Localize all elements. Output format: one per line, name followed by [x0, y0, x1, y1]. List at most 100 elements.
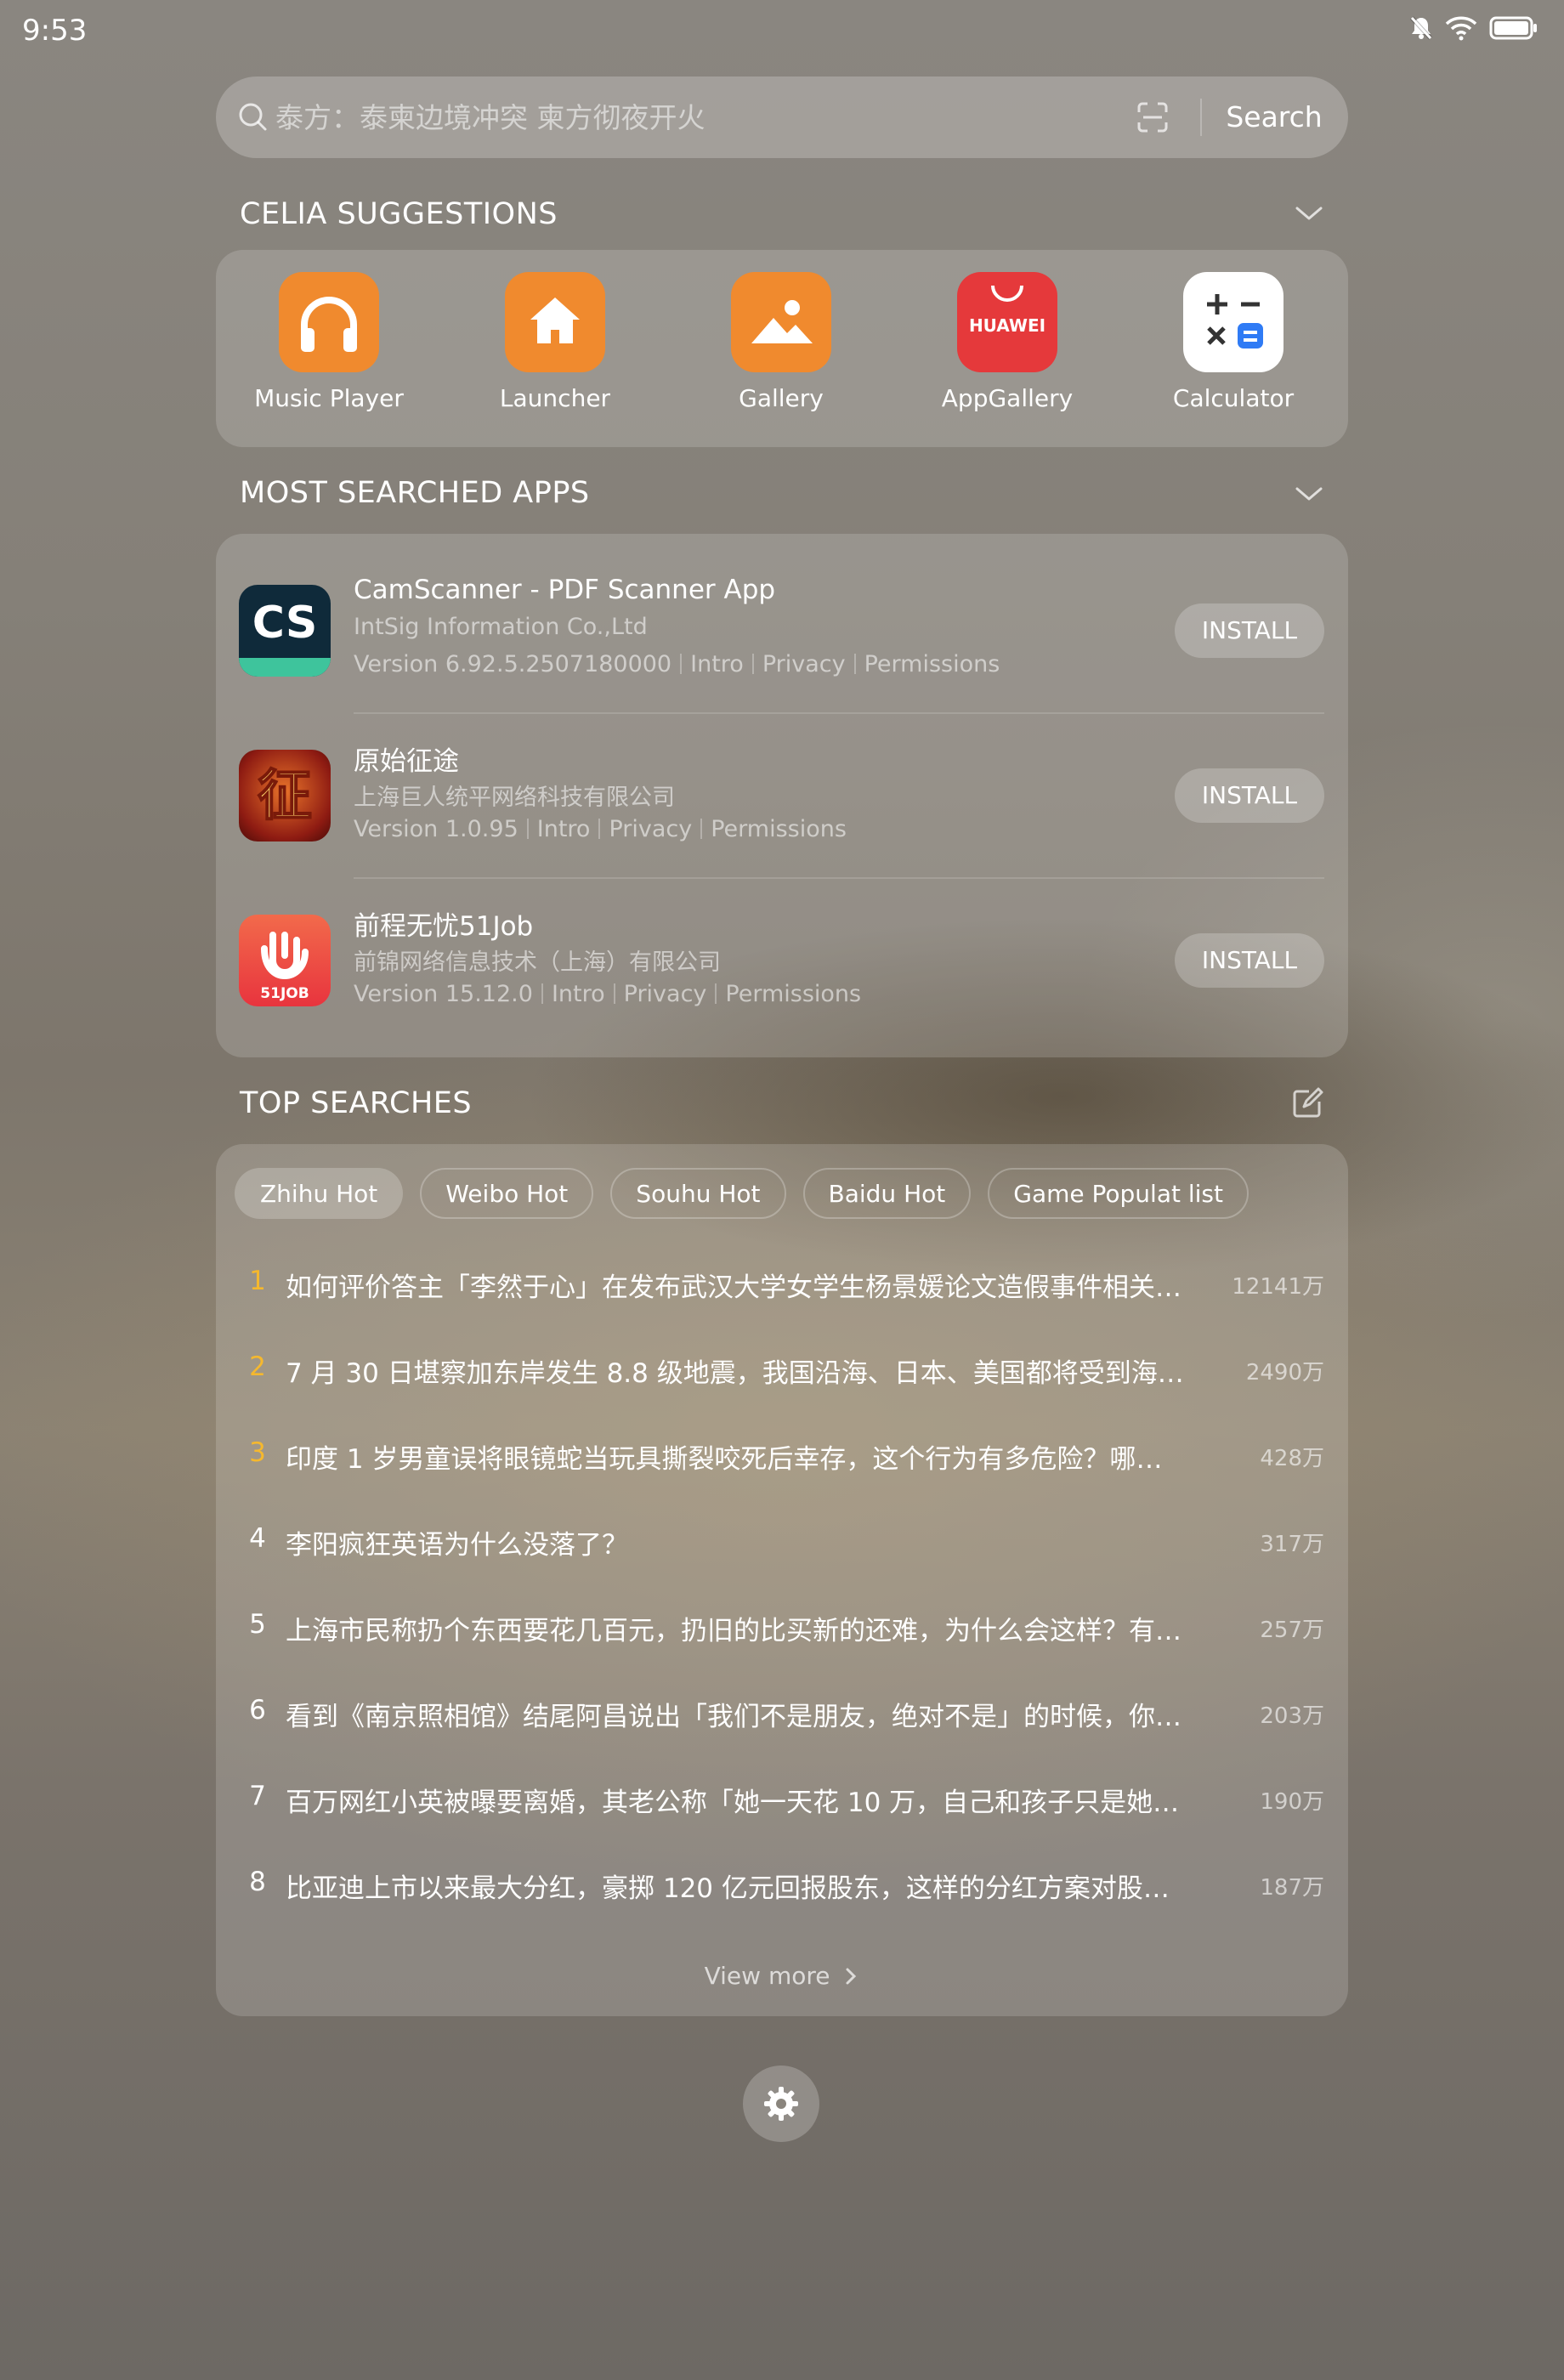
edit-icon[interactable]: [1290, 1086, 1324, 1124]
app-intro-link[interactable]: Intro: [552, 981, 605, 1007]
hot-rank: 2: [249, 1352, 266, 1382]
suggestion-calculator[interactable]: Calculator: [1131, 272, 1335, 412]
app-title: 原始征途: [354, 746, 459, 777]
hot-text: 看到《南京照相馆》结尾阿昌说出「我们不是朋友，绝对不是」的时候，你的…: [286, 1702, 1187, 1732]
suggestion-appgallery[interactable]: HUAWEI AppGallery: [905, 272, 1109, 412]
wifi-icon: [1445, 15, 1477, 41]
celia-section-title: CELIA SUGGESTIONS: [240, 197, 558, 231]
settings-button[interactable]: [743, 2066, 819, 2142]
headphones-icon: [279, 272, 379, 372]
hot-search-row[interactable]: 7 百万网红小英被曝要离婚，其老公称「她一天花 10 万，自己和孩子只是她赚… …: [216, 1755, 1348, 1840]
picture-icon: [731, 272, 831, 372]
hot-text: 百万网红小英被曝要离婚，其老公称「她一天花 10 万，自己和孩子只是她赚…: [286, 1788, 1187, 1818]
chevron-right-icon: [837, 1962, 859, 1990]
hot-search-row[interactable]: 6 看到《南京照相馆》结尾阿昌说出「我们不是朋友，绝对不是」的时候，你的… 20…: [216, 1669, 1348, 1754]
hot-text: 李阳疯狂英语为什么没落了？: [286, 1530, 628, 1561]
app-row-camscanner[interactable]: CS CamScanner - PDF Scanner App IntSig I…: [216, 534, 1348, 714]
app-meta: Version 6.92.5.2507180000 Intro Privacy Per…: [354, 651, 1000, 677]
hot-text: 印度 1 岁男童误将眼镜蛇当玩具撕裂咬死后幸存，这个行为有多危险？哪些警…: [286, 1444, 1187, 1475]
tab-baidu-hot[interactable]: Baidu Hot: [802, 1168, 972, 1219]
home-icon: [505, 272, 605, 372]
celia-suggestions-card: Music Player Launcher Gallery HUAWEI App…: [216, 250, 1348, 447]
suggestion-launcher[interactable]: Launcher: [453, 272, 657, 412]
view-more-label: View more: [704, 1962, 830, 1990]
tab-game-populat-list[interactable]: Game Populat list: [988, 1168, 1249, 1219]
51job-icon: 51JOB: [239, 915, 331, 1006]
hot-search-row[interactable]: 8 比亚迪上市以来最大分红，豪掷 120 亿元回报股东，这样的分红方案对股东和……: [216, 1841, 1348, 1926]
suggestion-label: Music Player: [254, 384, 404, 412]
app-icon-text: 征: [258, 764, 312, 828]
tab-zhihu-hot[interactable]: Zhihu Hot: [235, 1168, 404, 1219]
app-privacy-link[interactable]: Privacy: [624, 981, 707, 1007]
chevron-down-icon[interactable]: [1294, 201, 1324, 230]
app-intro-link[interactable]: Intro: [537, 816, 591, 842]
app-permissions-link[interactable]: Permissions: [864, 651, 1000, 677]
hot-search-row[interactable]: 5 上海市民称扔个东西要花几百元，扔旧的比买新的还难，为什么会这样？有哪… 25…: [216, 1584, 1348, 1669]
hot-rank: 1: [249, 1266, 266, 1296]
app-permissions-link[interactable]: Permissions: [725, 981, 861, 1007]
suggestion-label: Gallery: [739, 384, 824, 412]
app-version: Version 1.0.95: [354, 816, 518, 842]
install-button[interactable]: INSTALL: [1175, 933, 1324, 988]
app-icon-text: 51JOB: [260, 985, 309, 1002]
search-icon: [236, 100, 270, 138]
most-searched-card: CS CamScanner - PDF Scanner App IntSig I…: [216, 534, 1348, 1057]
app-meta: Version 1.0.95 Intro Privacy Permissions: [354, 816, 847, 842]
tab-weibo-hot[interactable]: Weibo Hot: [420, 1168, 594, 1219]
suggestion-gallery[interactable]: Gallery: [679, 272, 883, 412]
app-developer: IntSig Information Co.,Ltd: [354, 614, 648, 640]
suggestion-label: AppGallery: [941, 384, 1074, 412]
chevron-down-icon[interactable]: [1294, 481, 1324, 510]
camscanner-icon: CS: [239, 585, 331, 677]
search-bar: Search: [216, 76, 1348, 158]
hot-count: 257万: [1260, 1618, 1324, 1643]
hot-search-row[interactable]: 3 印度 1 岁男童误将眼镜蛇当玩具撕裂咬死后幸存，这个行为有多危险？哪些警… …: [216, 1412, 1348, 1497]
app-row-51job[interactable]: 51JOB 前程无忧51Job 前锦网络信息技术（上海）有限公司 Version…: [216, 864, 1348, 1028]
hot-rank: 7: [249, 1781, 266, 1811]
app-permissions-link[interactable]: Permissions: [711, 816, 847, 842]
most-searched-section-title: MOST SEARCHED APPS: [240, 476, 590, 510]
hot-count: 12141万: [1232, 1274, 1324, 1300]
status-bar: 9:53: [0, 0, 1564, 60]
hot-text: 7 月 30 日堪察加东岸发生 8.8 级地震，我国沿海、日本、美国都将受到海啸…: [286, 1358, 1187, 1389]
hot-count: 2490万: [1245, 1360, 1324, 1386]
huawei-appgallery-icon: HUAWEI: [957, 272, 1057, 372]
status-time: 9:53: [22, 14, 88, 48]
search-button[interactable]: Search: [1219, 95, 1329, 139]
top-searches-tabs: Zhihu Hot Weibo Hot Souhu Hot Baidu Hot …: [235, 1168, 1249, 1219]
hot-rank: 4: [249, 1523, 266, 1554]
scan-icon[interactable]: [1136, 100, 1170, 138]
hot-search-row[interactable]: 2 7 月 30 日堪察加东岸发生 8.8 级地震，我国沿海、日本、美国都将受到…: [216, 1326, 1348, 1411]
app-meta: Version 15.12.0 Intro Privacy Permissions: [354, 981, 861, 1007]
tab-souhu-hot[interactable]: Souhu Hot: [610, 1168, 786, 1219]
status-icons: [1409, 15, 1538, 41]
hot-text: 如何评价答主「李然于心」在发布武汉大学女学生杨景媛论文造假事件相关…: [286, 1272, 1182, 1303]
app-intro-link[interactable]: Intro: [690, 651, 744, 677]
hot-count: 317万: [1260, 1532, 1324, 1557]
hot-search-row[interactable]: 1 如何评价答主「李然于心」在发布武汉大学女学生杨景媛论文造假事件相关… 121…: [216, 1240, 1348, 1325]
top-searches-card: Zhihu Hot Weibo Hot Souhu Hot Baidu Hot …: [216, 1144, 1348, 2016]
hot-count: 190万: [1260, 1789, 1324, 1815]
app-row-yuanshizhengtu[interactable]: 征 原始征途 上海巨人统平网络科技有限公司 Version 1.0.95 Intr…: [216, 699, 1348, 879]
hot-rank: 8: [249, 1867, 266, 1897]
suggestion-label: Calculator: [1172, 384, 1295, 412]
battery-icon: [1489, 15, 1538, 41]
hot-text: 上海市民称扔个东西要花几百元，扔旧的比买新的还难，为什么会这样？有哪…: [286, 1616, 1187, 1646]
hot-search-row[interactable]: 4 李阳疯狂英语为什么没落了？ 317万: [216, 1498, 1348, 1583]
hot-rank: 5: [249, 1609, 266, 1640]
app-version: Version 15.12.0: [354, 981, 533, 1007]
suggestion-music-player[interactable]: Music Player: [227, 272, 431, 412]
app-privacy-link[interactable]: Privacy: [609, 816, 692, 842]
hot-count: 187万: [1260, 1875, 1324, 1901]
app-developer: 上海巨人统平网络科技有限公司: [354, 785, 675, 811]
app-title: CamScanner - PDF Scanner App: [354, 575, 776, 605]
hot-text: 比亚迪上市以来最大分红，豪掷 120 亿元回报股东，这样的分红方案对股东和…: [286, 1873, 1187, 1904]
install-button[interactable]: INSTALL: [1175, 768, 1324, 823]
install-button[interactable]: INSTALL: [1175, 604, 1324, 658]
app-title: 前程无忧51Job: [354, 911, 534, 942]
top-searches-section-title: TOP SEARCHES: [240, 1086, 473, 1120]
app-developer: 前锦网络信息技术（上海）有限公司: [354, 949, 721, 976]
hot-rank: 6: [249, 1695, 266, 1726]
app-privacy-link[interactable]: Privacy: [762, 651, 846, 677]
view-more-link[interactable]: View more: [216, 1962, 1348, 1990]
